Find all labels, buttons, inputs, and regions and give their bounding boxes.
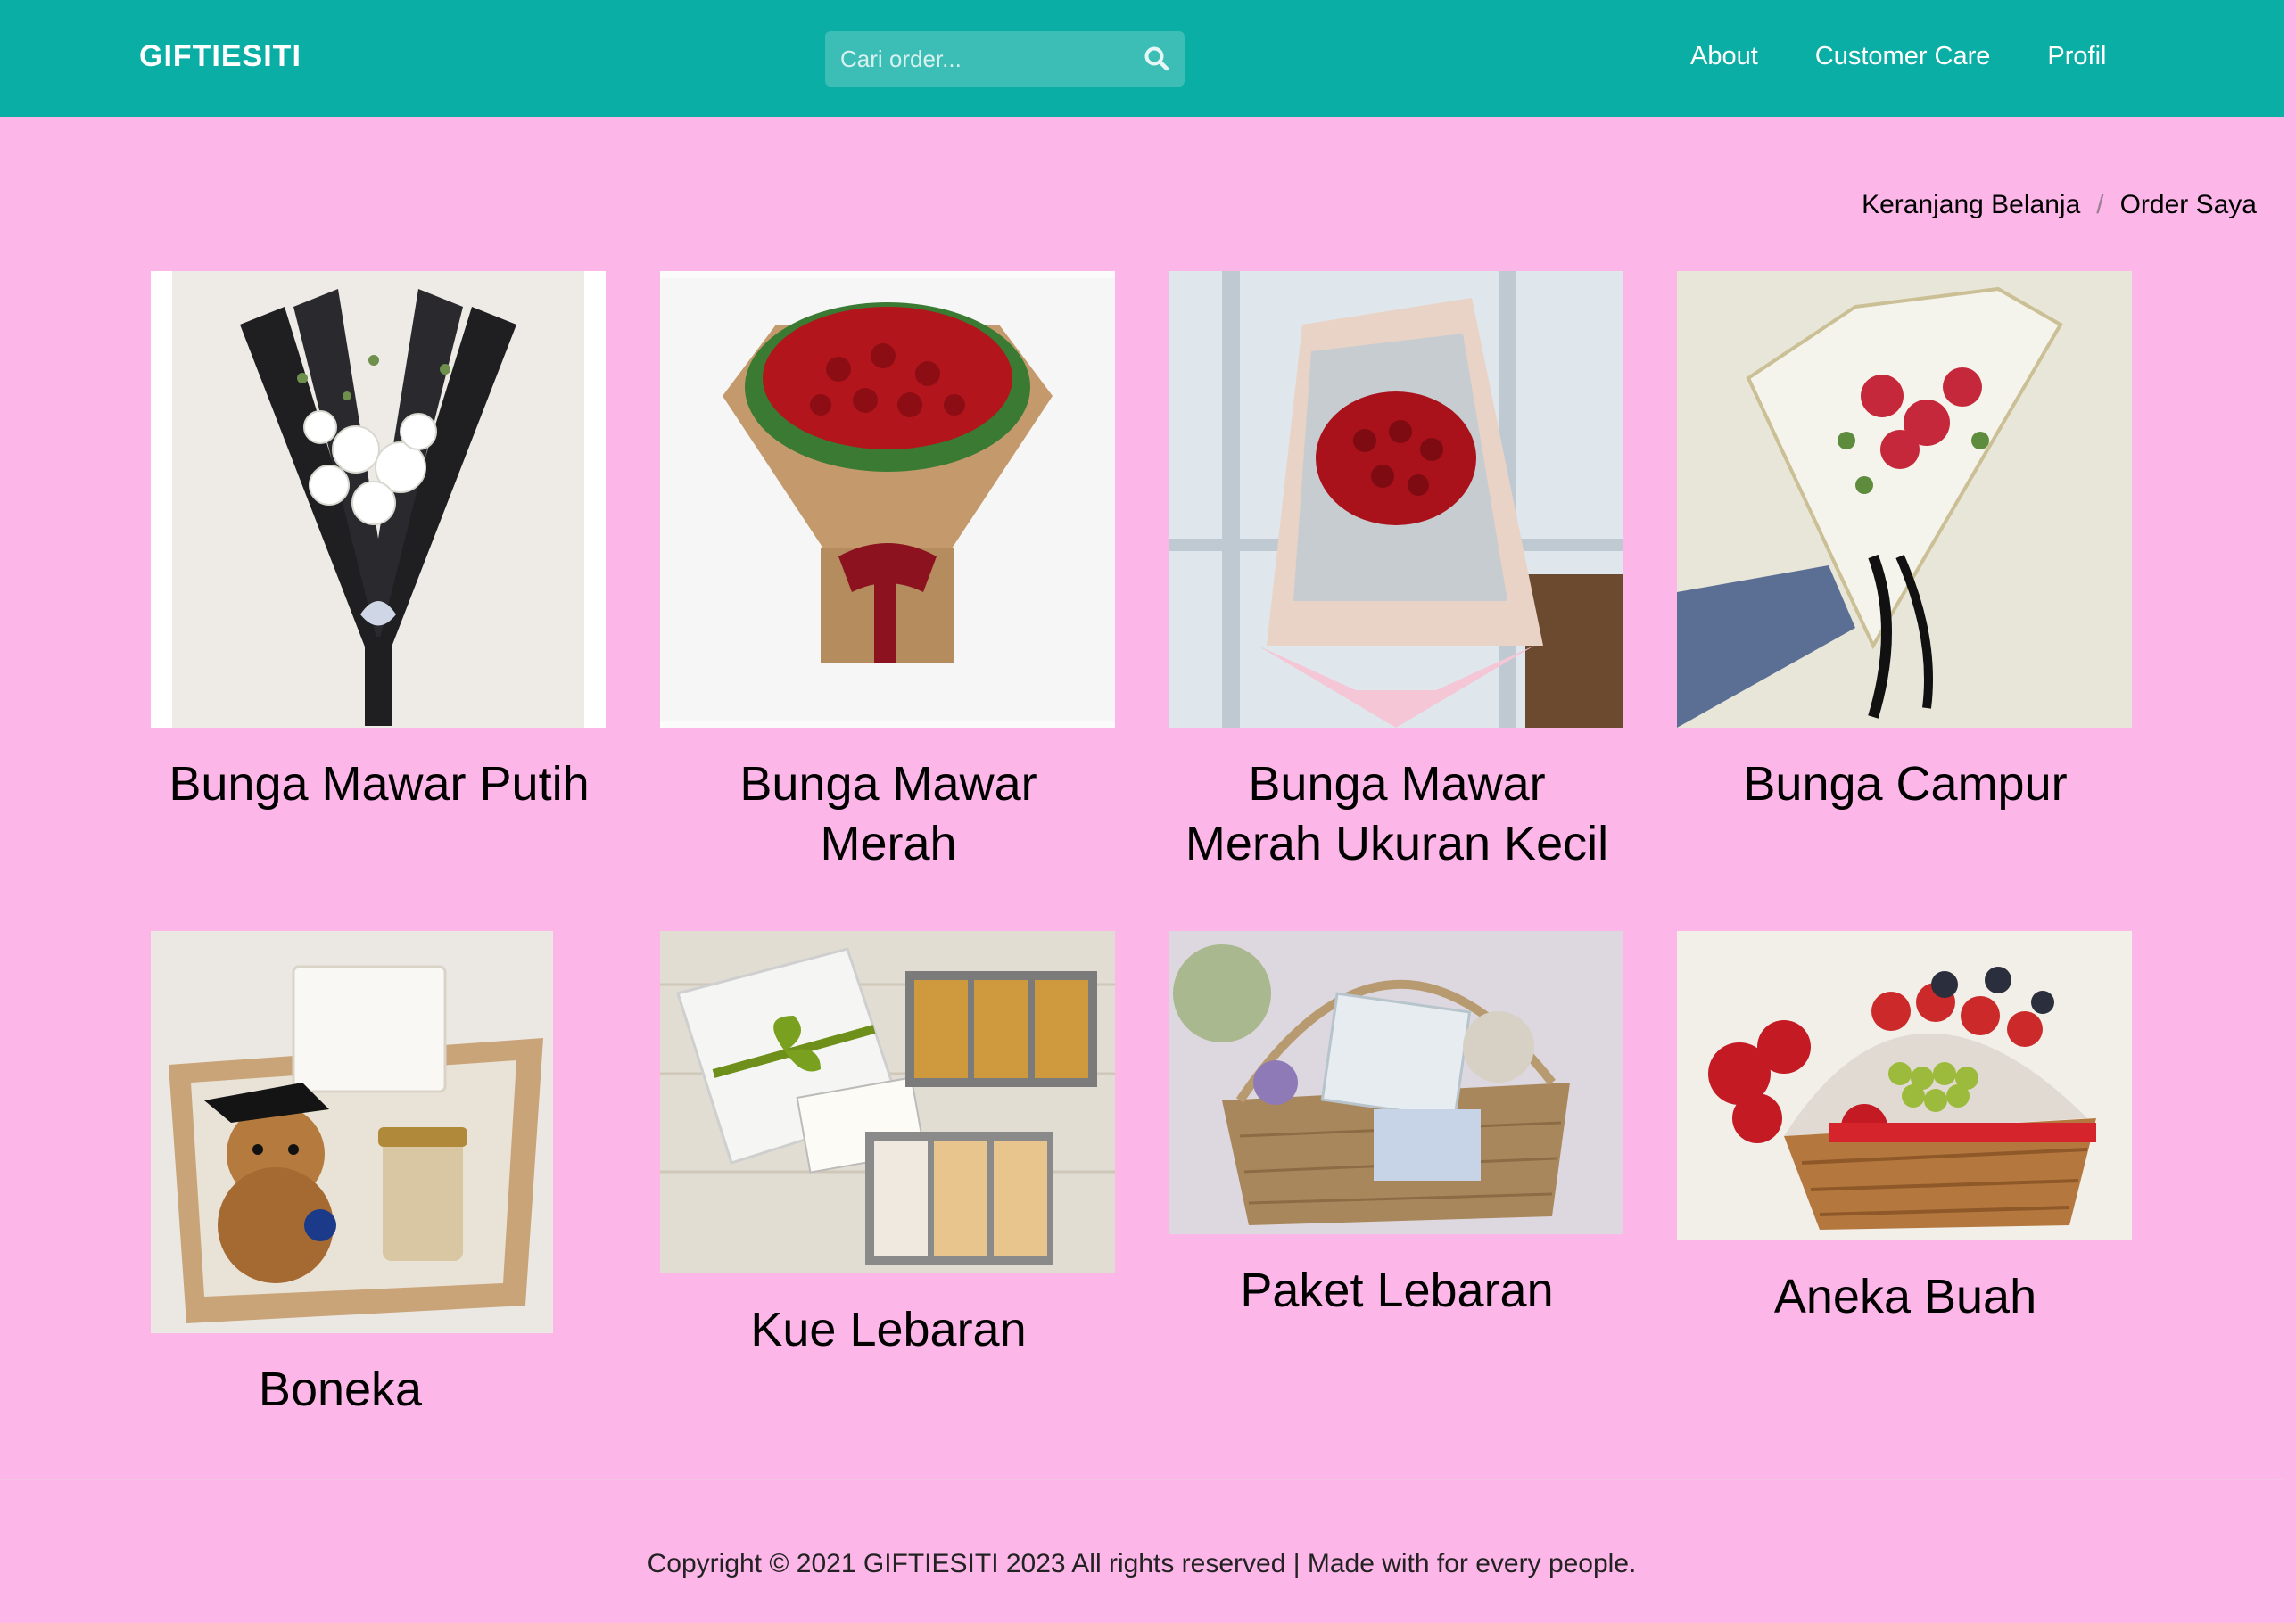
nav-links: About Customer Care Profil xyxy=(1690,42,2107,71)
product-card[interactable]: Boneka xyxy=(151,931,607,1420)
product-image-teddy-bear[interactable] xyxy=(151,931,553,1333)
product-title[interactable]: Bunga Campur xyxy=(1677,754,2134,814)
top-navbar: GIFTIESITI About Customer Care Profil xyxy=(0,0,2284,117)
brand-logo[interactable]: GIFTIESITI xyxy=(139,39,301,74)
product-card[interactable]: Bunga Mawar Merah Ukuran Kecil xyxy=(1169,271,1625,874)
product-card[interactable]: Paket Lebaran xyxy=(1169,931,1625,1321)
breadcrumb-separator: / xyxy=(2096,190,2104,219)
product-card[interactable]: Bunga Mawar Merah xyxy=(660,271,1117,874)
product-card[interactable]: Bunga Mawar Putih xyxy=(151,271,607,814)
product-title[interactable]: Boneka xyxy=(151,1360,530,1420)
footer-copyright: Copyright © 2021 GIFTIESITI 2023 All rig… xyxy=(647,1549,1637,1578)
product-title[interactable]: Kue Lebaran xyxy=(660,1300,1117,1360)
product-image-white-roses[interactable] xyxy=(151,271,606,728)
product-image-mixed-bouquet[interactable] xyxy=(1677,271,2132,728)
breadcrumb-my-orders[interactable]: Order Saya xyxy=(2120,190,2257,220)
breadcrumb-cart[interactable]: Keranjang Belanja xyxy=(1862,190,2080,220)
product-image-small-red-roses[interactable] xyxy=(1169,271,1623,728)
nav-link-customer-care[interactable]: Customer Care xyxy=(1815,42,1991,71)
nav-link-about[interactable]: About xyxy=(1690,42,1758,71)
product-title[interactable]: Aneka Buah xyxy=(1677,1267,2134,1327)
product-card[interactable]: Kue Lebaran xyxy=(660,931,1117,1360)
product-title[interactable]: Paket Lebaran xyxy=(1169,1261,1625,1321)
product-title[interactable]: Bunga Mawar Merah xyxy=(660,754,1117,874)
breadcrumb: Keranjang Belanja / Order Saya xyxy=(1862,190,2257,220)
search-bar xyxy=(825,31,1185,87)
product-title[interactable]: Bunga Mawar Putih xyxy=(151,754,607,814)
footer-divider xyxy=(0,1479,2284,1480)
product-image-gift-basket[interactable] xyxy=(1169,931,1623,1234)
search-icon xyxy=(1144,46,1169,71)
product-image-fruit-basket[interactable] xyxy=(1677,931,2132,1240)
product-card[interactable]: Bunga Campur xyxy=(1677,271,2134,814)
product-image-red-roses[interactable] xyxy=(660,271,1115,728)
search-button[interactable] xyxy=(1129,31,1185,87)
product-card[interactable]: Aneka Buah xyxy=(1677,931,2134,1327)
product-image-cookies[interactable] xyxy=(660,931,1115,1273)
nav-link-profil[interactable]: Profil xyxy=(2047,42,2106,71)
search-input[interactable] xyxy=(825,31,1128,87)
product-title[interactable]: Bunga Mawar Merah Ukuran Kecil xyxy=(1169,754,1625,874)
